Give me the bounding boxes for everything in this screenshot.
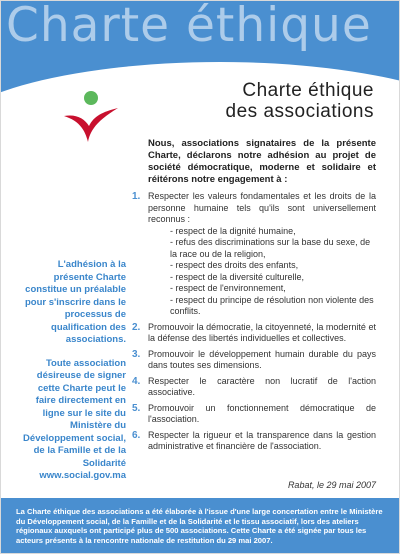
sidebar-paragraph-1: L'adhésion à la présente Charte constitu…: [25, 259, 126, 345]
document-heading: Charte éthique des associations: [174, 80, 374, 122]
article-text: Promouvoir un fonctionnement démocratiqu…: [148, 402, 376, 425]
article-item: 3. Promouvoir le développement humain du…: [132, 349, 376, 372]
article-number: 6.: [132, 429, 141, 441]
article-text: Promouvoir le développement humain durab…: [148, 348, 376, 371]
article-item: 2. Promouvoir la démocratie, la citoyenn…: [132, 322, 376, 345]
article-subitems: - respect de la dignité humaine, - refus…: [148, 226, 376, 318]
article-text: Promouvoir la démocratie, la citoyenneté…: [148, 321, 376, 344]
article-number: 2.: [132, 321, 141, 333]
article-number: 4.: [132, 375, 141, 387]
heading-line-1: Charte éthique: [242, 80, 374, 101]
intro-paragraph: Nous, associations signataires de la pré…: [148, 138, 376, 185]
banner-title: Charte éthique: [6, 0, 372, 53]
subitem: - respect des droits des enfants,: [170, 260, 299, 270]
article-number: 3.: [132, 348, 141, 360]
heading-line-2: des associations: [225, 101, 374, 122]
stylized-person-logo-icon: [64, 91, 118, 142]
article-number: 5.: [132, 402, 141, 414]
article-text: Respecter le caractère non lucratif de l…: [148, 375, 376, 398]
subitem: - respect du principe de résolution non …: [170, 294, 374, 317]
article-text: Respecter la rigueur et la transparence …: [148, 429, 376, 452]
article-list: 1. Respecter les valeurs fondamentales e…: [132, 191, 376, 457]
signature-date: Rabat, le 29 mai 2007: [287, 480, 376, 490]
sidebar-note: L'adhésion à la présente Charte constitu…: [18, 259, 126, 483]
sidebar-paragraph-2: Toute association désireuse de signer ce…: [23, 357, 126, 482]
subitem: - refus des discriminations sur la base …: [170, 237, 371, 259]
article-item: 1. Respecter les valeurs fondamentales e…: [132, 191, 376, 318]
article-item: 6. Respecter la rigueur et la transparen…: [132, 430, 376, 453]
subitem: - respect de la dignité humaine,: [170, 225, 296, 236]
article-item: 5. Promouvoir un fonctionnement démocrat…: [132, 403, 376, 426]
article-item: 4. Respecter le caractère non lucratif d…: [132, 376, 376, 399]
article-number: 1.: [132, 191, 141, 202]
subitem: - respect de l'environnement,: [170, 283, 286, 293]
subitem: - respect de la diversité culturelle,: [170, 271, 305, 282]
footer-note: La Charte éthique des associations a été…: [0, 498, 400, 554]
article-text: Respecter les valeurs fondamentales et l…: [148, 191, 376, 224]
